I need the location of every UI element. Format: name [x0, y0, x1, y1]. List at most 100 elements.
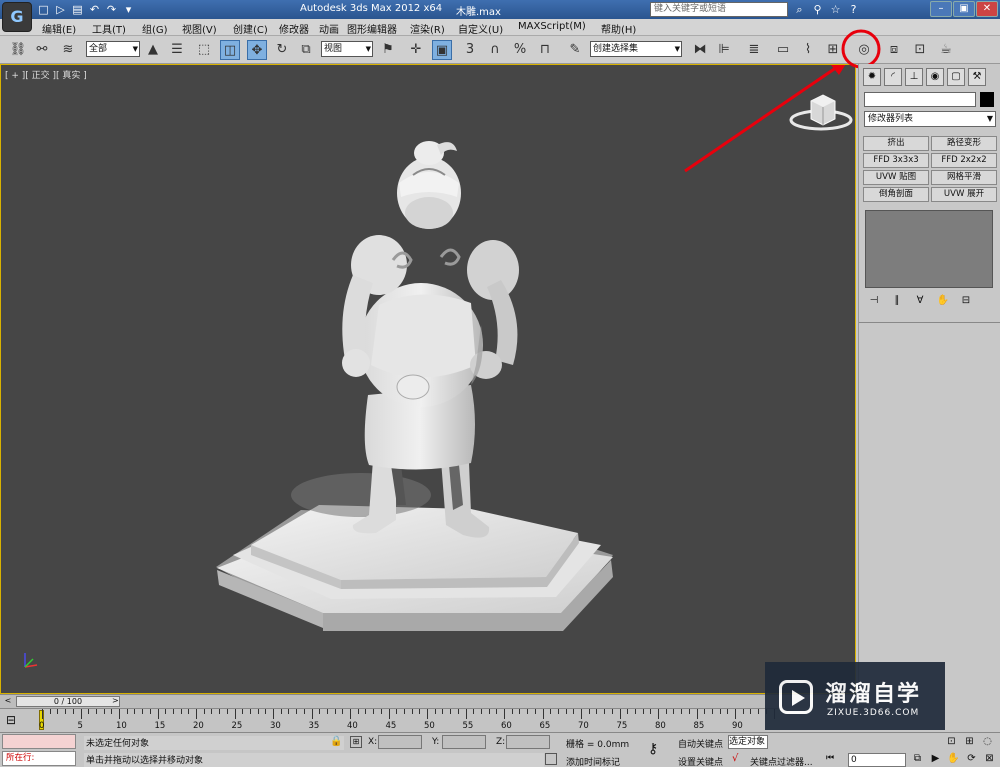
bevel-profile-button[interactable]: 倒角剖面 [863, 187, 929, 202]
menu-modifiers[interactable]: 修改器 [279, 21, 309, 36]
edit-named-selection-icon[interactable]: ✎ [565, 40, 585, 60]
select-and-rotate-icon[interactable]: ↻ [272, 40, 292, 60]
extrude-button[interactable]: 挤出 [863, 136, 929, 151]
pivot-center-icon[interactable]: ⚑ [378, 40, 398, 60]
perspective-viewport[interactable]: [ + ][ 正交 ][ 真实 ] [0, 64, 856, 694]
key-tools-icon[interactable]: ⚲ [810, 2, 825, 17]
render-setup-icon[interactable]: ⧈ [884, 40, 904, 60]
time-tag-icon[interactable] [545, 753, 557, 765]
mini-curve-editor-icon[interactable]: ⊟ [6, 713, 16, 727]
ffd-2x2x2-button[interactable]: FFD 2x2x2 [931, 153, 997, 168]
rendered-frame-window-icon[interactable]: ⊡ [910, 40, 930, 60]
pan-view-icon[interactable]: ✋ [946, 751, 961, 766]
show-end-result-icon[interactable]: ∥ [890, 294, 904, 308]
select-and-scale-icon[interactable]: ⧉ [296, 40, 316, 60]
hierarchy-tab-icon[interactable]: ⊥ [905, 68, 923, 86]
time-slider[interactable]: < 0 / 100 > [0, 694, 858, 708]
reference-coordinate-dropdown[interactable]: 视图 [321, 41, 373, 57]
z-coord-field[interactable] [506, 735, 550, 749]
maxscript-line[interactable]: 所在行: [2, 751, 76, 766]
field-of-view-icon[interactable]: ▶ [928, 751, 943, 766]
open-file-icon[interactable]: ▷ [53, 2, 68, 17]
save-file-icon[interactable]: ▤ [70, 2, 85, 17]
selected-set-dropdown[interactable]: 选定对象 [728, 735, 768, 749]
current-frame-field[interactable]: 0 [848, 753, 906, 767]
orbit-subobject-icon[interactable]: ⟳ [964, 751, 979, 766]
bind-space-warp-icon[interactable]: ≋ [58, 40, 78, 60]
help-icon[interactable]: ? [846, 2, 861, 17]
configure-sets-icon[interactable]: ⊟ [959, 294, 973, 308]
keyboard-shortcut-override-icon[interactable]: ▣ [432, 40, 452, 60]
menu-customize[interactable]: 自定义(U) [458, 21, 503, 36]
key-filters-button[interactable]: 关键点过滤器... [750, 755, 813, 767]
align-icon[interactable]: ⊫ [714, 40, 734, 60]
unlink-icon[interactable]: ⚯ [32, 40, 52, 60]
absolute-mode-icon[interactable]: ⊞ [350, 736, 362, 748]
select-object-icon[interactable]: ▲ [143, 40, 163, 60]
menu-create[interactable]: 创建(C) [233, 21, 268, 36]
maxscript-listener[interactable] [2, 734, 76, 749]
select-and-move-icon[interactable]: ✥ [247, 40, 267, 60]
modify-tab-icon[interactable]: ◜ [884, 68, 902, 86]
add-time-tag[interactable]: 添加时间标记 [566, 755, 620, 767]
binoculars-icon[interactable]: ⌕ [792, 2, 807, 17]
menu-animation[interactable]: 动画 [319, 21, 339, 36]
manipulate-icon[interactable]: ✛ [406, 40, 426, 60]
menu-graph-editors[interactable]: 图形编辑器 [347, 21, 397, 36]
path-deform-button[interactable]: 路径变形 [931, 136, 997, 151]
track-bar[interactable]: ⊟ 0 5 10 15 20 25 30 35 40 45 50 55 60 65 70 75 80 85 90 [0, 708, 780, 732]
modifier-stack[interactable] [865, 210, 993, 288]
auto-key-button[interactable]: 自动关键点 [678, 737, 723, 750]
undo-icon[interactable]: ↶ [87, 2, 102, 17]
minimize-button[interactable]: – [930, 1, 952, 17]
unwrap-uvw-button[interactable]: UVW 展开 [931, 187, 997, 202]
ffd-3x3x3-button[interactable]: FFD 3x3x3 [863, 153, 929, 168]
orbit-icon[interactable]: ◌ [980, 734, 995, 749]
select-by-name-icon[interactable]: ☰ [167, 40, 187, 60]
menu-views[interactable]: 视图(V) [182, 21, 217, 36]
x-coord-field[interactable] [378, 735, 422, 749]
angle-snap-icon[interactable]: ∩ [485, 40, 505, 60]
selection-filter-dropdown[interactable]: 全部 [86, 41, 140, 57]
playback-options-icon[interactable]: ⧉ [910, 751, 925, 766]
render-production-icon[interactable]: ☕ [936, 40, 956, 60]
pin-stack-icon[interactable]: ⊣ [867, 294, 881, 308]
utilities-tab-icon[interactable]: ⚒ [968, 68, 986, 86]
curve-editor-icon[interactable]: ⌇ [798, 40, 818, 60]
object-name-field[interactable] [864, 92, 976, 107]
make-unique-icon[interactable]: ∀ [913, 294, 927, 308]
quick-access-dropdown-icon[interactable]: ▾ [121, 2, 136, 17]
redo-icon[interactable]: ↷ [104, 2, 119, 17]
meshsmooth-button[interactable]: 网格平滑 [931, 170, 997, 185]
menu-tools[interactable]: 工具(T) [92, 21, 126, 36]
close-button[interactable]: ✕ [976, 1, 998, 17]
snap-toggle-icon[interactable]: 3 [460, 40, 480, 60]
spinner-snap-icon[interactable]: ⊓ [535, 40, 555, 60]
time-slider-thumb[interactable]: 0 / 100 [16, 696, 120, 707]
y-coord-field[interactable] [442, 735, 486, 749]
selection-lock-icon[interactable]: 🔒 [330, 736, 342, 747]
menu-edit[interactable]: 编辑(E) [42, 21, 76, 36]
favorites-icon[interactable]: ☆ [828, 2, 843, 17]
layer-manager-icon[interactable]: ≣ [744, 40, 764, 60]
search-input[interactable]: 键入关键字或短语 [650, 2, 788, 17]
set-key-button[interactable]: 设置关键点 [678, 755, 723, 767]
motion-tab-icon[interactable]: ◉ [926, 68, 944, 86]
display-tab-icon[interactable]: ▢ [947, 68, 965, 86]
maximize-viewport-icon[interactable]: ⊠ [982, 751, 997, 766]
menu-help[interactable]: 帮助(H) [601, 21, 636, 36]
rectangular-selection-icon[interactable]: ⬚ [194, 40, 214, 60]
graphite-ribbon-icon[interactable]: ▭ [773, 40, 793, 60]
object-color-swatch[interactable] [980, 92, 994, 107]
new-file-icon[interactable]: □ [36, 2, 51, 17]
zoom-extents-all-icon[interactable]: ⊞ [962, 734, 977, 749]
set-key-icon[interactable]: ⚷ [648, 741, 658, 757]
menu-maxscript[interactable]: MAXScript(M) [518, 21, 586, 32]
time-slider-next[interactable]: > [112, 696, 119, 705]
window-crossing-icon[interactable]: ◫ [220, 40, 240, 60]
percent-snap-icon[interactable]: % [510, 40, 530, 60]
app-menu-button[interactable]: G [2, 2, 32, 32]
menu-group[interactable]: 组(G) [142, 21, 168, 36]
goto-start-icon[interactable]: ⏮ [826, 753, 834, 763]
restore-button[interactable]: ▣ [953, 1, 975, 17]
